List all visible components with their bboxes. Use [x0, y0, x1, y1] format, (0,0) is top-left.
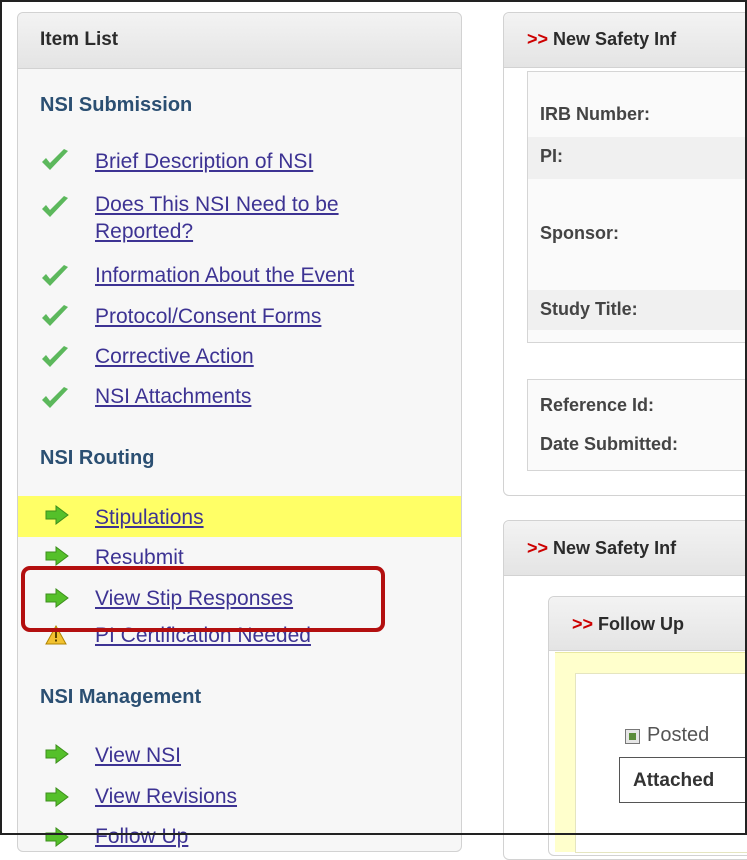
posted-toggle-icon[interactable] [625, 729, 640, 744]
arrow-right-icon [45, 787, 69, 807]
item-list-panel [17, 12, 462, 852]
link-follow-up[interactable]: Follow Up [95, 823, 188, 850]
label-study-title: Study Title: [540, 299, 638, 319]
check-icon [42, 387, 68, 408]
link-nsi-attachments[interactable]: NSI Attachments [95, 383, 251, 410]
posted-label: Posted [647, 724, 710, 746]
link-stipulations[interactable]: Stipulations [95, 504, 204, 531]
section-nsi-routing: NSI Routing [40, 447, 155, 469]
safety-followup-title: >> New Safety Inf [527, 538, 677, 558]
label-date-submitted: Date Submitted: [540, 434, 679, 454]
check-icon [42, 149, 68, 170]
reference-box [527, 379, 747, 471]
safety-info-title: >> New Safety Inf [527, 29, 677, 49]
check-icon [42, 265, 68, 286]
callout-box [21, 566, 385, 632]
label-reference-id: Reference Id: [540, 395, 655, 415]
highlight-stipulations-row [18, 496, 461, 537]
label-irb-number: IRB Number: [540, 104, 651, 124]
check-icon [42, 305, 68, 326]
label-pi: PI: [540, 146, 564, 166]
label-sponsor: Sponsor: [540, 223, 619, 243]
link-view-revisions[interactable]: View Revisions [95, 783, 237, 810]
arrow-right-icon [45, 546, 69, 566]
attached-label: Attached [633, 770, 715, 791]
link-corrective-action[interactable]: Corrective Action [95, 343, 254, 370]
arrow-right-icon [45, 505, 69, 525]
arrow-right-icon [45, 744, 69, 764]
link-view-nsi[interactable]: View NSI [95, 742, 181, 769]
follow-up-title: >> Follow Up [572, 614, 685, 634]
arrow-right-icon [45, 827, 69, 847]
link-need-to-be-reported[interactable]: Does This NSI Need to be Reported? [95, 191, 425, 245]
link-brief-description[interactable]: Brief Description of NSI [95, 148, 313, 175]
section-nsi-submission: NSI Submission [40, 94, 193, 116]
check-icon [42, 346, 68, 367]
link-information-about-event[interactable]: Information About the Event [95, 262, 354, 289]
section-nsi-management: NSI Management [40, 686, 202, 708]
item-list-title: Item List [40, 29, 119, 50]
check-icon [42, 196, 68, 217]
link-protocol-consent-forms[interactable]: Protocol/Consent Forms [95, 303, 321, 330]
